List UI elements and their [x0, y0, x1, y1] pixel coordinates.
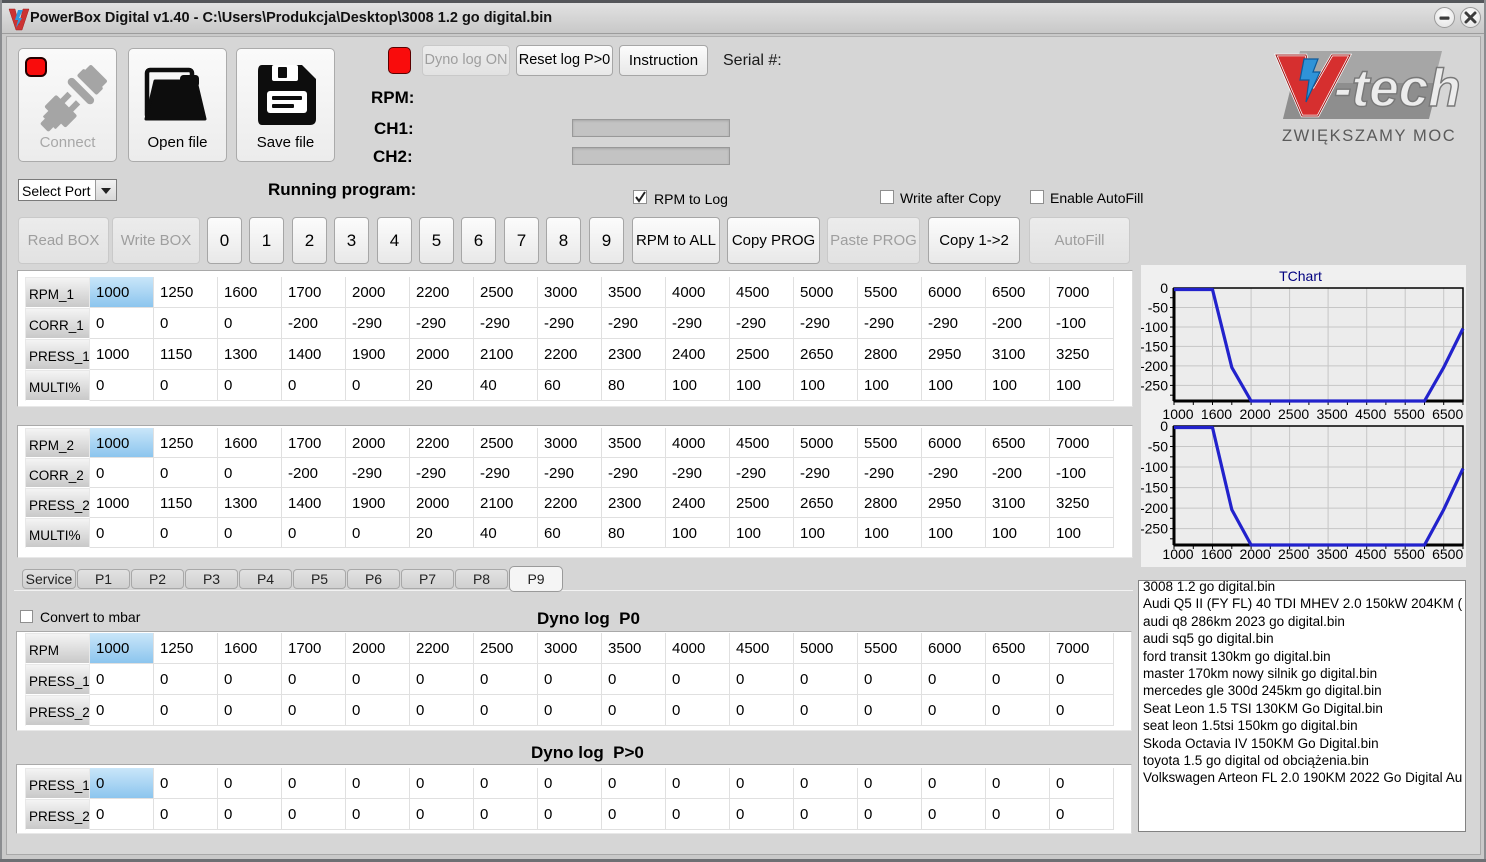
svg-text:5500: 5500: [1394, 406, 1425, 421]
svg-text:-200: -200: [1141, 358, 1168, 374]
svg-text:-150: -150: [1141, 480, 1168, 496]
svg-text:3500: 3500: [1317, 546, 1348, 562]
svg-text:0: 0: [1160, 421, 1168, 434]
svg-text:2500: 2500: [1278, 406, 1309, 421]
svg-text:2500: 2500: [1278, 546, 1309, 562]
svg-text:-200: -200: [1141, 500, 1168, 516]
svg-text:-50: -50: [1148, 300, 1168, 316]
svg-text:-250: -250: [1141, 377, 1168, 393]
svg-text:2000: 2000: [1240, 406, 1271, 421]
svg-text:-100: -100: [1141, 459, 1168, 475]
svg-text:-50: -50: [1148, 439, 1168, 455]
svg-text:-100: -100: [1141, 319, 1168, 335]
svg-text:1000: 1000: [1162, 546, 1193, 562]
svg-text:-150: -150: [1141, 338, 1168, 354]
svg-text:-tech: -tech: [1334, 59, 1461, 118]
svg-text:TChart: TChart: [1279, 268, 1322, 284]
svg-text:6500: 6500: [1432, 546, 1463, 562]
svg-text:ZWIĘKSZAMY MOC: ZWIĘKSZAMY MOC: [1282, 127, 1456, 145]
svg-text:2000: 2000: [1240, 546, 1271, 562]
svg-text:6500: 6500: [1432, 406, 1463, 421]
svg-text:-250: -250: [1141, 521, 1168, 537]
svg-text:4500: 4500: [1355, 406, 1386, 421]
svg-text:0: 0: [1160, 280, 1168, 296]
svg-text:4500: 4500: [1355, 546, 1386, 562]
svg-text:1600: 1600: [1201, 546, 1232, 562]
svg-text:5500: 5500: [1394, 546, 1425, 562]
svg-text:1600: 1600: [1201, 406, 1232, 421]
svg-text:3500: 3500: [1317, 406, 1348, 421]
svg-text:1000: 1000: [1162, 406, 1193, 421]
